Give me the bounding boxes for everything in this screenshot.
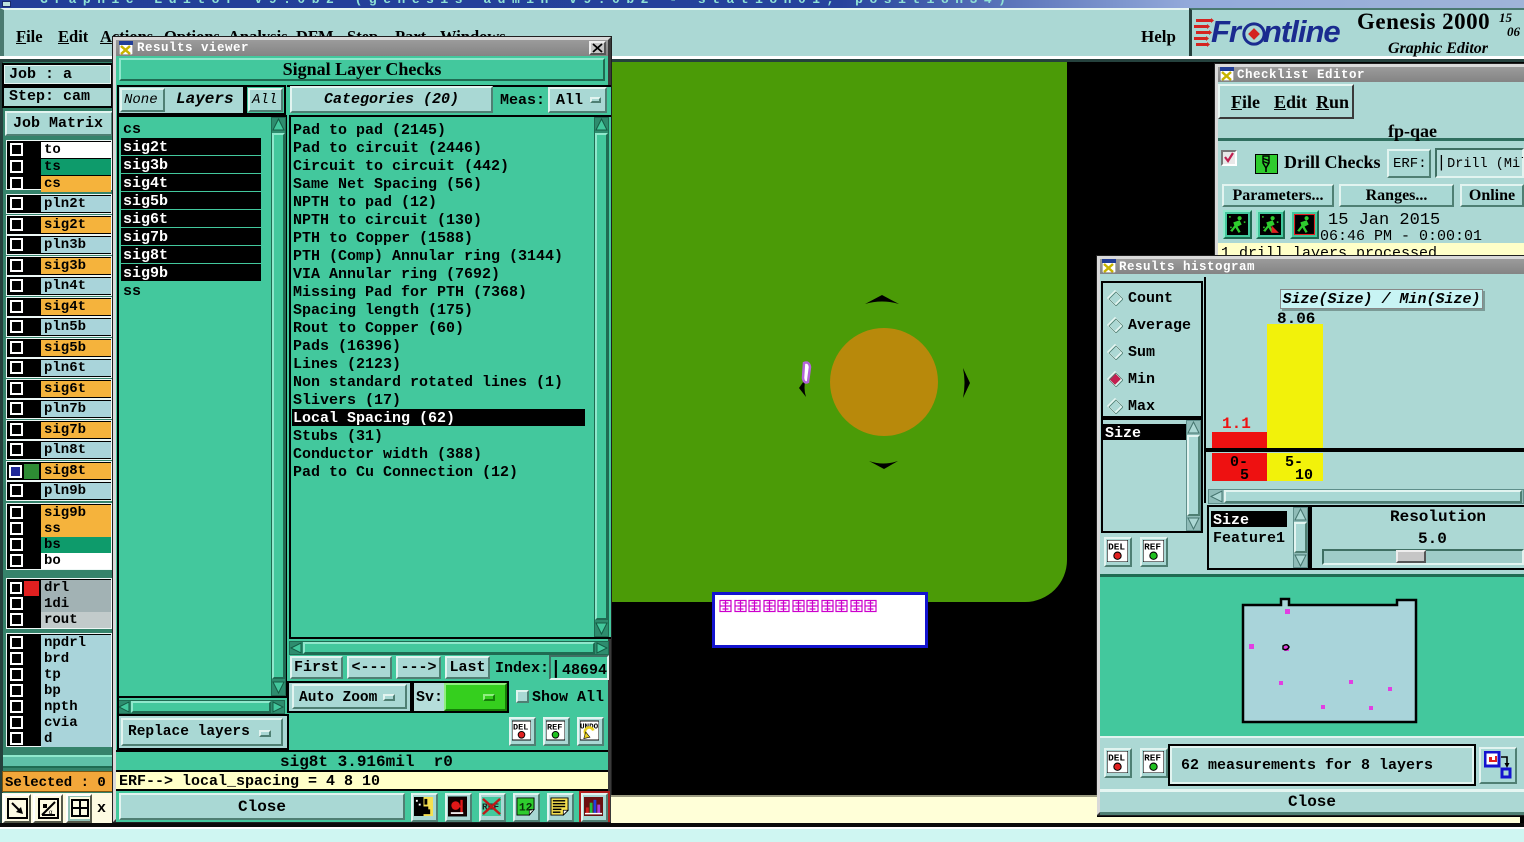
svg-text:DEL: DEL (513, 723, 528, 733)
svg-text:DEL: DEL (1108, 752, 1125, 763)
svg-text:α: α (49, 810, 53, 816)
svg-text:REF: REF (1144, 752, 1161, 763)
svg-text:12: 12 (519, 802, 533, 814)
svg-text:REF: REF (547, 723, 562, 733)
svg-text:DEL: DEL (1108, 541, 1125, 552)
svg-text:REF: REF (1144, 541, 1161, 552)
